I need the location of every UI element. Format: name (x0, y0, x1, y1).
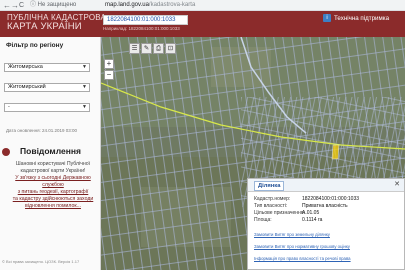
notice-line: Шановні користувачі Публічної (15, 161, 91, 167)
security-label: Не защищено (37, 2, 77, 8)
region-select[interactable]: Житомирська ▼ (4, 63, 90, 72)
zoom-out-button[interactable]: − (104, 70, 114, 80)
fullscreen-icon[interactable]: ⊡ (165, 43, 176, 54)
cadastral-search-input[interactable]: 1822084100:01:000:1033 (103, 15, 188, 25)
property-value: A.01.05 (302, 210, 320, 216)
property-key: Площа: (254, 217, 272, 223)
search-hint: Наприклад: 1822084100:01:000:1033 (103, 26, 180, 31)
tab-parcel[interactable]: Ділянка (254, 181, 285, 191)
zoom-in-button[interactable]: + (104, 59, 114, 69)
property-row: Кадастр.номер: 1822084100:01:000:1033 (254, 196, 359, 202)
parcel-info-popup: Ділянка ✕ Кадастр.номер: 1822084100:01:00… (247, 178, 405, 270)
measure-icon[interactable]: ✎ (141, 43, 152, 54)
property-value: 0.1114 га (302, 217, 323, 223)
district-value: Житомирський (8, 84, 46, 90)
app-title[interactable]: ПУБЛІЧНА КАДАСТРОВА КАРТА УКРАЇНИ (7, 13, 106, 31)
notices-body: Шановні користувачі Публічної кадастрово… (8, 161, 98, 210)
council-select[interactable]: - ▼ (4, 103, 90, 112)
forward-icon[interactable]: → (11, 0, 19, 11)
region-value: Житомирська (8, 64, 43, 70)
chevron-down-icon: ▼ (82, 104, 87, 110)
chevron-down-icon: ▼ (82, 84, 87, 90)
layers-icon[interactable]: ☰ (129, 43, 140, 54)
ownership-info-link[interactable]: Інформація про право власності та речові… (254, 256, 351, 261)
property-value: Приватна власність (302, 203, 348, 209)
support-icon[interactable]: i (323, 14, 331, 22)
property-value: 1822084100:01:000:1033 (302, 196, 360, 202)
panel-title: Фільтр по регіону (6, 42, 64, 49)
close-icon[interactable]: ✕ (394, 180, 400, 188)
district-select[interactable]: Житомирський ▼ (4, 83, 90, 92)
browser-toolbar: ← → C ⓘ Не защищено map.land.gov.ua/kada… (0, 0, 405, 11)
back-icon[interactable]: ← (3, 0, 11, 11)
property-key: Тип власності: (254, 203, 288, 209)
chevron-down-icon: ▼ (82, 64, 87, 70)
support-link[interactable]: Технічна підтримка (334, 15, 389, 22)
notice-line: кадастрової карти України! (20, 168, 86, 174)
url-host: map.land.gov.ua (105, 2, 149, 8)
update-date: Дата оновлення: 24.01.2019 03:00 (6, 128, 78, 133)
region-filter-panel: Фільтр по регіону Житомирська ▼ Житомирсь… (0, 37, 101, 270)
selected-parcel[interactable] (331, 144, 340, 160)
url-path: /kadastrova-karta (148, 2, 196, 8)
property-row: Площа: 0.1114 га (254, 217, 322, 223)
property-row: Цільове призначення:A.01.05 (254, 210, 319, 216)
property-key: Цільове призначення: (254, 210, 305, 216)
print-icon[interactable]: ⎙ (153, 43, 164, 54)
map-toolbar: ☰ ✎ ⎙ ⊡ (129, 43, 176, 54)
security-indicator[interactable]: ⓘ Не защищено (30, 0, 76, 11)
property-key: Кадастр.номер: (254, 196, 291, 202)
reload-icon[interactable]: C (19, 0, 24, 11)
notice-link[interactable]: та кадастру здійснюються заходи (8, 196, 98, 203)
council-value: - (8, 104, 10, 110)
address-bar[interactable]: map.land.gov.ua/kadastrova-karta (105, 0, 195, 11)
app-title-line2: КАРТА УКРАЇНИ (7, 21, 82, 32)
order-extract-link[interactable]: Замовити Витяг про земельну ділянку (254, 232, 330, 237)
footer-copyright: © Всі права захищено. ЦОЗК. Версія 1.17 (2, 259, 80, 264)
popup-header: Ділянка ✕ (248, 179, 404, 192)
notices-title: Повідомлення (20, 146, 81, 156)
notice-link[interactable]: У зв'язку з сьогодні Державною службою (8, 175, 98, 189)
notice-link[interactable]: з питань геодезії, картографії (8, 189, 98, 196)
property-row: Тип власності: Приватна власність (254, 203, 348, 209)
order-valuation-link[interactable]: Замовити Витяг про нормативну грошову оц… (254, 244, 350, 249)
notice-link[interactable]: відновлення помилок... (8, 203, 98, 210)
